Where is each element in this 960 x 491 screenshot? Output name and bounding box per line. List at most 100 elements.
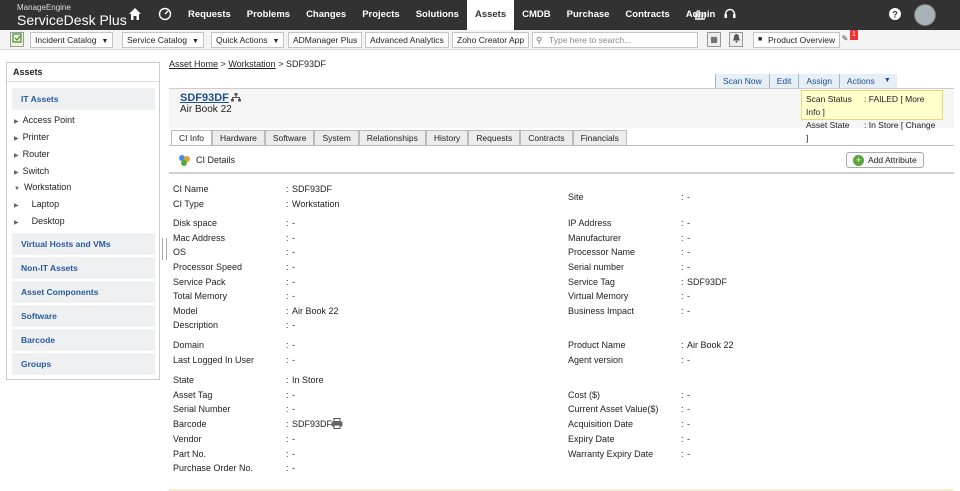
help-icon[interactable]: ? [887,7,903,23]
field-colon: : [286,277,289,287]
field-colon: : [286,320,289,330]
tree-item-laptop[interactable]: ▶ Laptop [14,199,59,209]
tab-system[interactable]: System [314,130,359,145]
caret-right-icon: ▶ [14,119,19,125]
edit-button[interactable]: Edit [768,74,799,88]
tree-label: Workstation [23,182,72,192]
chevron-down-icon: ▼ [272,38,280,45]
ci-name-link[interactable]: SDF93DF [180,92,229,104]
service-catalog-dropdown[interactable]: Service Catalog ▼ [122,32,204,48]
chevron-down-icon: ▼ [883,77,891,84]
incident-catalog-label: Incident Catalog [35,35,97,45]
scan-status-label: Scan Status [806,94,852,104]
incident-catalog-dropdown[interactable]: Incident Catalog ▼ [30,32,114,48]
product-overview-button[interactable]: ■ Product Overview [753,32,841,48]
sidebar-item-asset-components[interactable]: Asset Components [12,281,155,303]
hierarchy-icon[interactable] [231,93,241,104]
nav-problems[interactable]: Problems [239,0,298,30]
field-colon: : [681,233,684,243]
field-colon: : [681,277,684,287]
field-value-manufacturer: - [687,233,690,243]
tree-label: Desktop [31,216,65,226]
tree-item-switch[interactable]: ▶ Switch [14,166,49,176]
field-colon: : [286,390,289,400]
zoho-creator-button[interactable]: Zoho Creator App [452,32,530,48]
scan-now-button[interactable]: Scan Now [715,74,769,88]
tab-software[interactable]: Software [264,130,315,145]
tree-label: Laptop [31,199,60,209]
field-label-state: State [173,375,195,385]
sidebar-item-software[interactable]: Software [12,305,155,327]
field-label-asset-tag: Asset Tag [173,390,213,400]
new-item-icon[interactable] [10,32,24,47]
field-label-acquisition-date: Acquisition Date [568,419,634,429]
advanced-analytics-button[interactable]: Advanced Analytics [365,32,449,48]
field-value-ci-type: Workstation [292,199,340,209]
actions-dropdown[interactable]: Actions ▼ [838,74,897,88]
nav-requests[interactable]: Requests [180,0,239,30]
quick-actions-dropdown[interactable]: Quick Actions ▼ [211,32,285,48]
sidebar-item-non-it-assets[interactable]: Non-IT Assets [12,257,155,279]
sidebar-title: Assets [7,63,159,82]
field-value-virtual-memory: - [687,291,690,301]
tab-contracts[interactable]: Contracts [520,130,573,145]
search-input[interactable]: ⚲ Type here to search... [532,32,698,48]
nav-contracts[interactable]: Contracts [617,0,677,30]
admanager-button[interactable]: ADManager Plus [288,32,363,48]
user-avatar[interactable] [914,4,936,26]
field-colon: : [681,192,684,202]
add-attribute-button[interactable]: + Add Attribute [846,152,924,168]
field-value-agent-version: - [687,355,690,365]
sidebar-item-groups[interactable]: Groups [12,353,155,375]
tab-hardware[interactable]: Hardware [212,130,265,145]
tree-item-desktop[interactable]: ▶ Desktop [14,216,65,226]
chevron-down-icon: ▼ [101,38,109,45]
dashboard-gauge-icon[interactable] [157,7,173,23]
nav-purchase[interactable]: Purchase [559,0,618,30]
nav-cmdb[interactable]: CMDB [514,0,559,30]
tab-history[interactable]: History [425,130,469,145]
field-colon: : [286,375,289,385]
tree-item-workstation[interactable]: ▼ Workstation [14,182,71,192]
field-colon: : [681,390,684,400]
tree-item-printer[interactable]: ▶ Printer [14,132,49,142]
tree-item-access-point[interactable]: ▶ Access Point [14,115,75,125]
breadcrumb-asset-home[interactable]: Asset Home [169,59,218,69]
tab-ci-info[interactable]: CI Info [171,130,213,145]
headset-support-icon[interactable] [722,7,738,23]
field-value-warranty-expiry-date: - [687,449,690,459]
notification-badge: 1 [850,30,858,40]
tab-requests[interactable]: Requests [468,130,521,145]
print-icon[interactable] [331,418,343,431]
calendar-icon[interactable]: ▦ [707,32,721,47]
field-colon: : [681,355,684,365]
field-colon: : [681,434,684,444]
field-label-service-pack: Service Pack [173,277,226,287]
field-value-ci-name: SDF93DF [292,184,333,194]
nav-solutions[interactable]: Solutions [408,0,467,30]
sidebar-resize-handle[interactable] [162,238,167,260]
field-label-last-logged-in-user: Last Logged In User [173,355,255,365]
field-label-agent-version: Agent version [568,355,624,365]
assign-button[interactable]: Assign [798,74,839,88]
app-logo[interactable]: ManageEngine ServiceDesk Plus [17,4,127,28]
sidebar-item-it-assets[interactable]: IT Assets [12,88,155,110]
bell-notification-icon[interactable] [729,32,743,47]
field-colon: : [286,449,289,459]
field-label-vendor: Vendor [173,434,202,444]
nav-changes[interactable]: Changes [298,0,354,30]
tree-item-router[interactable]: ▶ Router [14,149,50,159]
sidebar-item-barcode[interactable]: Barcode [12,329,155,351]
home-icon[interactable] [127,7,143,23]
service-catalog-label: Service Catalog [127,35,188,45]
reports-chart-icon[interactable] [692,7,708,23]
field-value-purchase-order-no: - [292,463,295,473]
tab-relationships[interactable]: Relationships [358,130,426,145]
nav-assets[interactable]: Assets [466,0,515,30]
field-label-current-asset-value: Current Asset Value($) [568,404,659,414]
nav-projects[interactable]: Projects [354,0,408,30]
breadcrumb-workstation[interactable]: Workstation [228,59,275,69]
sidebar-item-virtual-hosts[interactable]: Virtual Hosts and VMs [12,233,155,255]
field-label-product-name: Product Name [568,340,626,350]
tab-financials[interactable]: Financials [572,130,627,145]
